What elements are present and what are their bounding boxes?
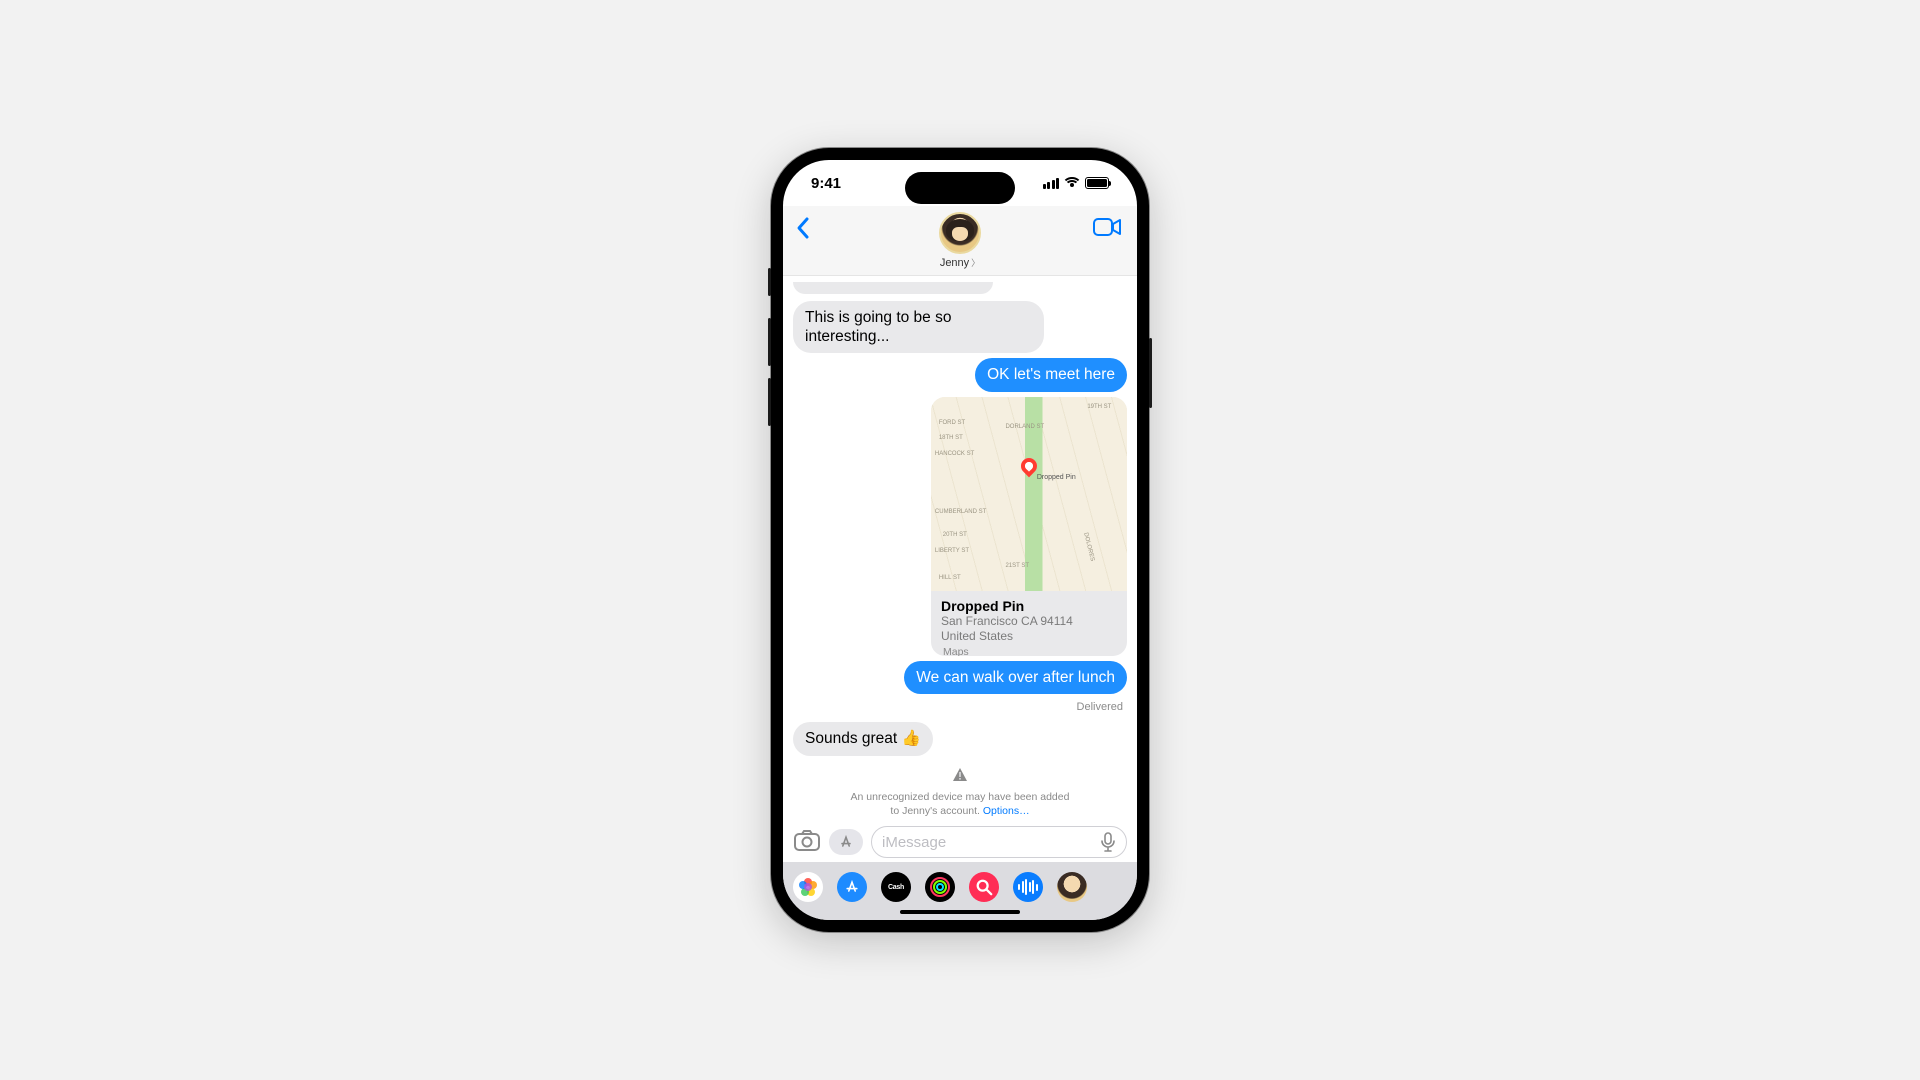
alert-text: to Jenny's account. — [890, 805, 982, 817]
chevron-right-icon: 〉 — [971, 256, 980, 269]
message-outgoing[interactable]: We can walk over after lunch — [904, 661, 1127, 694]
power-button[interactable] — [1149, 338, 1152, 408]
memoji-app-icon[interactable] — [1057, 872, 1087, 902]
map-street-label: HILL ST — [939, 575, 961, 581]
map-street-label: DORLAND ST — [1005, 424, 1044, 430]
messages-list[interactable]: This is going to be so interesting... OK… — [783, 276, 1137, 824]
cellular-icon — [1043, 178, 1060, 189]
map-street-label: LIBERTY ST — [935, 548, 969, 554]
battery-icon — [1085, 177, 1109, 189]
alert-options-link[interactable]: Options… — [983, 805, 1030, 817]
camera-button[interactable] — [793, 828, 821, 857]
map-title: Dropped Pin — [941, 598, 1117, 614]
map-attachment[interactable]: FORD ST 18TH ST HANCOCK ST DORLAND ST 19… — [931, 397, 1127, 656]
images-search-icon[interactable] — [969, 872, 999, 902]
map-address-line: United States — [941, 629, 1117, 644]
map-street-label: HANCOCK ST — [935, 451, 974, 457]
message-input-placeholder: iMessage — [882, 834, 946, 851]
security-alert: An unrecognized device may have been add… — [793, 761, 1127, 824]
contact-avatar[interactable] — [939, 212, 981, 254]
message-bubble-partial[interactable] — [793, 282, 993, 294]
map-street-label: 20TH ST — [943, 532, 967, 538]
compose-bar: iMessage — [783, 824, 1137, 862]
screen: 9:41 Jenny 〉 This is going to b — [783, 160, 1137, 920]
apple-cash-icon[interactable]: Cash — [881, 872, 911, 902]
facetime-button[interactable] — [1093, 216, 1121, 243]
map-address-line: San Francisco CA 94114 — [941, 614, 1117, 629]
conversation-header: Jenny 〉 — [783, 206, 1137, 276]
message-incoming[interactable]: This is going to be so interesting... — [793, 301, 1044, 354]
map-pin-label: Dropped Pin — [1037, 474, 1076, 481]
message-incoming[interactable]: Sounds great 👍 — [793, 722, 933, 755]
volume-up-button[interactable] — [768, 318, 771, 366]
map-street-label: DOLORES — [1082, 532, 1095, 562]
map-street-label: FORD ST — [939, 420, 965, 426]
map-caption: Dropped Pin San Francisco CA 94114 Unite… — [931, 591, 1127, 656]
wifi-icon — [1064, 177, 1080, 189]
map-street-label: CUMBERLAND ST — [935, 509, 986, 515]
message-input[interactable]: iMessage — [871, 826, 1127, 858]
back-button[interactable] — [795, 216, 813, 245]
audio-messages-icon[interactable] — [1013, 872, 1043, 902]
contact-name-button[interactable]: Jenny 〉 — [940, 256, 980, 269]
app-store-icon[interactable] — [837, 872, 867, 902]
volume-down-button[interactable] — [768, 378, 771, 426]
map-street-label: 19TH ST — [1087, 404, 1111, 410]
dynamic-island — [905, 172, 1015, 204]
clock: 9:41 — [811, 175, 841, 192]
map-street-label: 18TH ST — [939, 435, 963, 441]
home-indicator[interactable] — [900, 910, 1020, 914]
apps-button[interactable] — [829, 829, 863, 855]
map-source: Maps — [941, 646, 1117, 656]
mute-switch[interactable] — [768, 268, 771, 296]
delivered-status: Delivered — [1077, 701, 1123, 713]
dictation-icon — [1100, 832, 1116, 852]
map-street-label: 21ST ST — [1005, 563, 1029, 569]
fitness-app-icon[interactable] — [925, 872, 955, 902]
contact-name-label: Jenny — [940, 257, 969, 269]
message-outgoing[interactable]: OK let's meet here — [975, 358, 1127, 391]
warning-icon — [952, 767, 968, 783]
app-store-a-icon — [838, 834, 854, 850]
alert-text: An unrecognized device may have been add… — [851, 791, 1070, 803]
map-preview[interactable]: FORD ST 18TH ST HANCOCK ST DORLAND ST 19… — [931, 397, 1127, 591]
phone-frame: 9:41 Jenny 〉 This is going to b — [771, 148, 1149, 932]
photos-app-icon[interactable] — [793, 872, 823, 902]
